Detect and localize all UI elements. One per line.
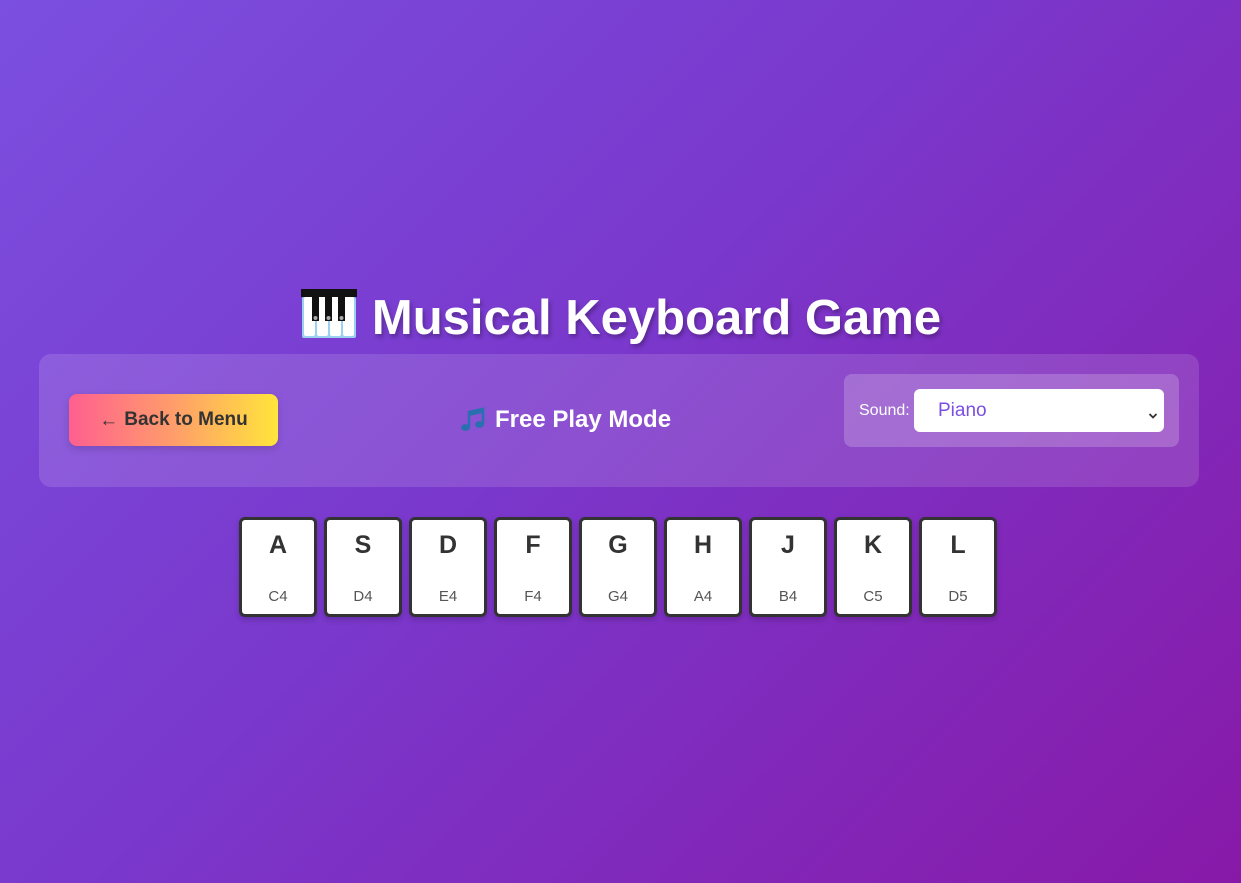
mode-label: Free Play Mode — [495, 406, 672, 433]
key-letter: J — [781, 531, 795, 559]
page-title: Musical Keyboard Game — [0, 286, 1241, 348]
key-note: B4 — [778, 588, 798, 605]
key-l[interactable]: L D5 — [919, 517, 997, 617]
page-title-text: Musical Keyboard Game — [371, 291, 942, 345]
key-k[interactable]: K C5 — [834, 517, 912, 617]
piano-icon — [300, 286, 358, 340]
left-arrow-icon: ← — [99, 410, 119, 431]
sound-label: Sound: — [859, 402, 910, 419]
key-f[interactable]: F F4 — [494, 517, 572, 617]
key-a[interactable]: A C4 — [239, 517, 317, 617]
key-g[interactable]: G G4 — [579, 517, 657, 617]
key-note: F4 — [524, 588, 542, 605]
back-to-menu-label: Back to Menu — [124, 409, 248, 430]
back-to-menu-button[interactable]: ← Back to Menu — [69, 394, 278, 446]
key-letter: K — [863, 531, 883, 559]
key-letter: S — [354, 531, 372, 559]
key-letter: L — [950, 531, 966, 559]
key-note: D5 — [948, 588, 968, 605]
key-letter: H — [693, 531, 713, 559]
sound-select[interactable]: Piano — [914, 389, 1164, 432]
key-letter: F — [525, 531, 541, 559]
key-note: C5 — [863, 588, 883, 605]
key-note: E4 — [438, 588, 458, 605]
keyboard: A C4 S D4 D E4 F F4 G G4 H A4 J B4 K C5 … — [239, 517, 997, 617]
control-panel: ← Back to Menu Free Play Mode Sound: Pia… — [39, 354, 1199, 487]
key-h[interactable]: H A4 — [664, 517, 742, 617]
key-j[interactable]: J B4 — [749, 517, 827, 617]
sound-selector-group: Sound: Piano — [844, 374, 1179, 447]
sound-select-value: Piano — [938, 399, 987, 421]
key-note: G4 — [607, 588, 628, 605]
mode-indicator: Free Play Mode — [459, 401, 671, 439]
chevron-down-icon — [1148, 405, 1158, 419]
key-letter: G — [608, 531, 628, 559]
key-note: D4 — [353, 588, 373, 605]
key-note: A4 — [693, 588, 713, 605]
key-d[interactable]: D E4 — [409, 517, 487, 617]
musical-note-icon — [459, 406, 487, 434]
key-note: C4 — [268, 588, 288, 605]
key-letter: D — [438, 531, 458, 559]
key-letter: A — [268, 531, 288, 559]
key-s[interactable]: S D4 — [324, 517, 402, 617]
